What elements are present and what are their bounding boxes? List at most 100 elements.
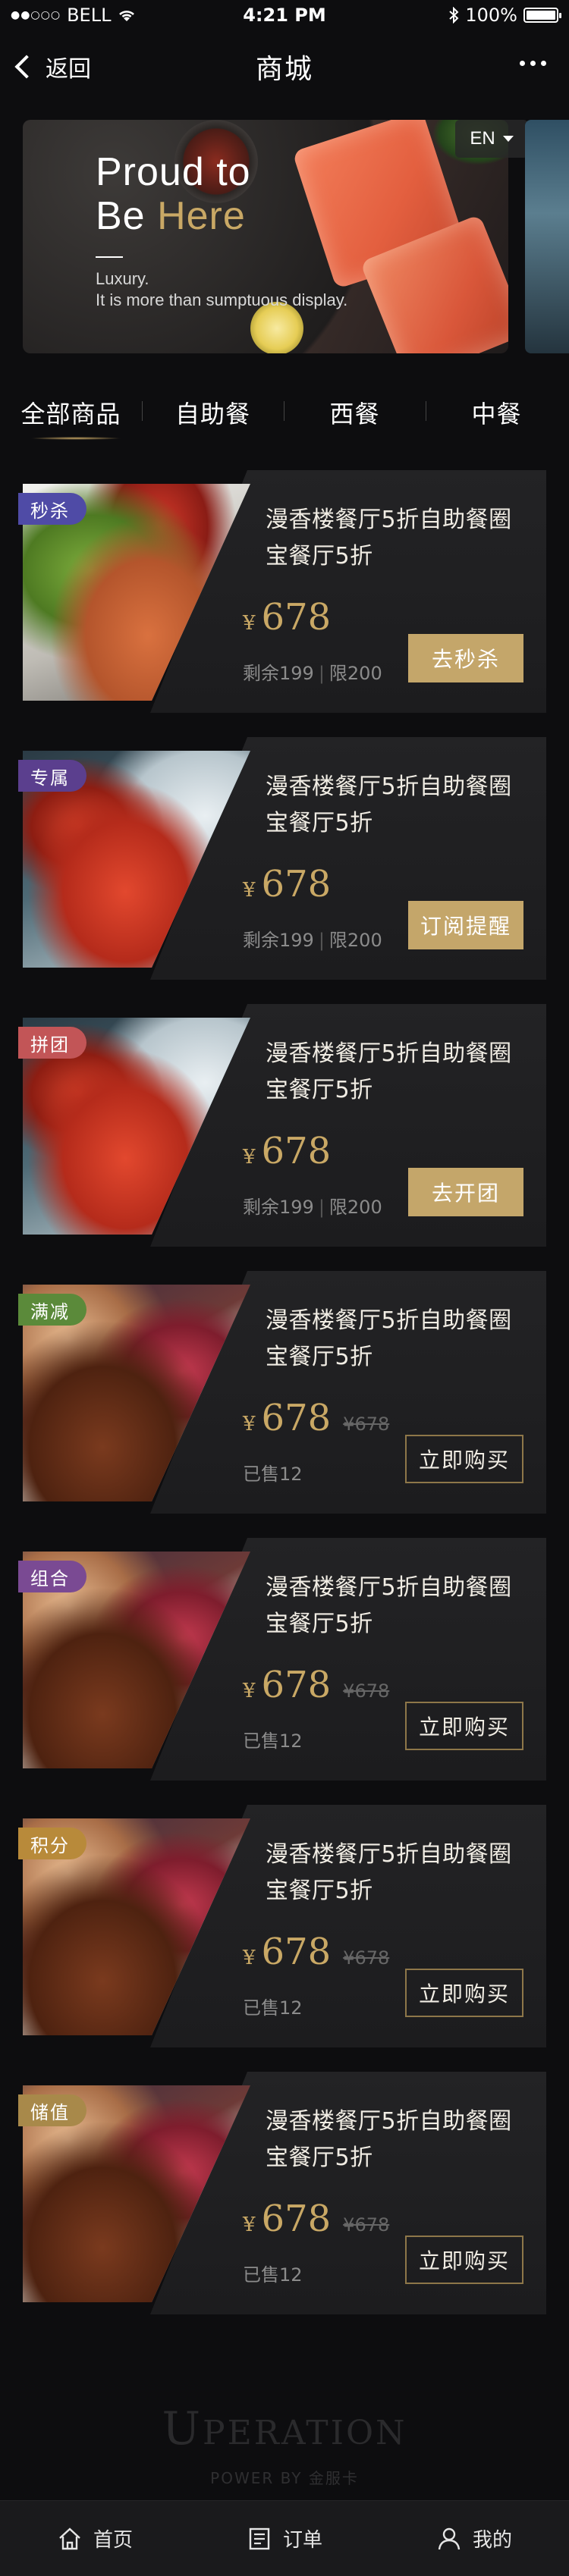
currency-symbol: ¥ xyxy=(243,2214,256,2236)
currency-symbol: ¥ xyxy=(243,1680,256,1702)
tab-buffet[interactable]: 自助餐 xyxy=(142,395,284,430)
more-icon[interactable] xyxy=(520,61,546,66)
product-action-button[interactable]: 立即购买 xyxy=(404,1969,523,2017)
product-title: 漫香楼餐厅5折自助餐圈宝餐厅5折 xyxy=(266,507,512,569)
status-left: ●●○○○ BELL xyxy=(11,5,137,26)
stock-info: 已售12 xyxy=(243,1726,303,1752)
tab-western[interactable]: 西餐 xyxy=(284,395,426,430)
stock-separator: | xyxy=(318,663,325,684)
stock-left: 剩余199 xyxy=(243,930,314,951)
battery-icon xyxy=(523,8,561,23)
stock-info: 已售12 xyxy=(243,2260,303,2286)
product-card[interactable]: 拼团 漫香楼餐厅5折自助餐圈宝餐厅5折 ¥ 678 剩余199 | 限200 去开团 xyxy=(18,1004,546,1247)
stock-separator: | xyxy=(318,930,325,951)
stock-left: 剩余199 xyxy=(243,663,314,684)
product-action-button[interactable]: 订阅提醒 xyxy=(407,901,523,949)
battery-label: 100% xyxy=(465,5,517,26)
price-value: 678 xyxy=(261,2198,332,2240)
back-button[interactable]: 返回 xyxy=(14,50,91,83)
product-action-button[interactable]: 立即购买 xyxy=(404,1435,523,1483)
promo-banner[interactable]: Proud to Be Here Luxury. It is more than… xyxy=(23,120,508,353)
tab-all[interactable]: 全部商品 xyxy=(0,395,142,430)
powered-by: POWER BY 金服卡 xyxy=(210,2469,359,2487)
currency-symbol: ¥ xyxy=(243,1146,256,1169)
promo-badge: 专属 xyxy=(18,760,86,792)
order-icon xyxy=(249,2527,270,2549)
stock-limit: 限200 xyxy=(329,1197,382,1218)
currency-symbol: ¥ xyxy=(243,612,256,635)
currency-symbol: ¥ xyxy=(243,1947,256,1969)
status-right: 100% xyxy=(448,5,561,26)
promo-badge: 拼团 xyxy=(18,1027,86,1059)
language-label: EN xyxy=(470,128,495,149)
original-price: ¥678 xyxy=(343,1414,390,1435)
product-action-button[interactable]: 立即购买 xyxy=(404,1702,523,1750)
bluetooth-icon xyxy=(449,7,459,24)
stock-left: 已售12 xyxy=(243,2264,303,2286)
price-value: 678 xyxy=(261,863,332,905)
product-card[interactable]: 满减 漫香楼餐厅5折自助餐圈宝餐厅5折 ¥ 678 ¥678 已售12 立即购买 xyxy=(18,1271,546,1514)
currency-symbol: ¥ xyxy=(243,879,256,902)
carrier-label: BELL xyxy=(67,5,112,26)
active-tab-indicator xyxy=(30,437,121,440)
price-value: 678 xyxy=(261,596,332,639)
signal-icon: ●●○○○ xyxy=(11,9,61,21)
stock-limit: 限200 xyxy=(329,663,382,684)
product-price: ¥ 678 ¥678 xyxy=(243,1931,389,1973)
tab-chinese[interactable]: 中餐 xyxy=(426,395,567,430)
banner-divider xyxy=(96,256,123,258)
product-card[interactable]: 积分 漫香楼餐厅5折自助餐圈宝餐厅5折 ¥ 678 ¥678 已售12 立即购买 xyxy=(18,1805,546,2047)
tabbar-order-label: 订单 xyxy=(282,2529,322,2552)
product-card[interactable]: 组合 漫香楼餐厅5折自助餐圈宝餐厅5折 ¥ 678 ¥678 已售12 立即购买 xyxy=(18,1538,546,1781)
product-action-button[interactable]: 去开团 xyxy=(408,1168,523,1216)
stock-info: 已售12 xyxy=(243,1993,303,2019)
product-card[interactable]: 秒杀 漫香楼餐厅5折自助餐圈宝餐厅5折 ¥ 678 剩余199 | 限200 去秒杀 xyxy=(18,470,546,713)
promo-badge: 积分 xyxy=(18,1828,86,1859)
promo-badge: 储值 xyxy=(18,2094,86,2126)
promo-badge: 组合 xyxy=(18,1561,86,1592)
original-price: ¥678 xyxy=(343,2214,390,2236)
language-toggle[interactable]: EN xyxy=(455,120,528,158)
promo-badge: 满减 xyxy=(18,1294,86,1326)
currency-symbol: ¥ xyxy=(243,1413,256,1435)
product-price: ¥ 678 ¥678 xyxy=(243,1664,389,1706)
tabbar-home[interactable]: 首页 xyxy=(57,2524,133,2552)
product-price: ¥ 678 ¥678 xyxy=(243,2198,389,2240)
page-title: 商城 xyxy=(255,54,313,85)
home-icon xyxy=(59,2527,80,2549)
product-price: ¥ 678 xyxy=(243,1130,331,1172)
chevron-left-icon xyxy=(14,55,39,79)
promo-badge: 秒杀 xyxy=(18,493,86,525)
stock-limit: 限200 xyxy=(329,930,382,951)
tabbar-profile[interactable]: 我的 xyxy=(436,2524,512,2552)
product-action-button[interactable]: 立即购买 xyxy=(404,2236,523,2284)
product-action-button[interactable]: 去秒杀 xyxy=(408,634,523,682)
tabbar-order[interactable]: 订单 xyxy=(247,2524,322,2552)
wifi-icon xyxy=(119,11,135,21)
product-price: ¥ 678 xyxy=(243,596,331,639)
product-card[interactable]: 储值 漫香楼餐厅5折自助餐圈宝餐厅5折 ¥ 678 ¥678 已售12 立即购买 xyxy=(18,2072,546,2314)
stock-left: 已售12 xyxy=(243,1464,303,1485)
price-value: 678 xyxy=(261,1664,332,1706)
stock-info: 剩余199 | 限200 xyxy=(243,1192,382,1219)
category-tabs: 全部商品 自助餐 西餐 中餐 xyxy=(0,384,569,441)
product-card[interactable]: 专属 漫香楼餐厅5折自助餐圈宝餐厅5折 ¥ 678 剩余199 | 限200 订阅提… xyxy=(18,737,546,980)
bottom-tab-bar: 首页 订单 我的 xyxy=(0,2500,569,2576)
caret-down-icon xyxy=(502,136,514,142)
product-title: 漫香楼餐厅5折自助餐圈宝餐厅5折 xyxy=(266,1040,512,1103)
price-value: 678 xyxy=(261,1397,332,1439)
product-title: 漫香楼餐厅5折自助餐圈宝餐厅5折 xyxy=(266,1574,512,1637)
banner-title-accent: Here xyxy=(157,194,246,238)
price-value: 678 xyxy=(261,1931,332,1973)
product-price: ¥ 678 ¥678 xyxy=(243,1397,389,1439)
product-title: 漫香楼餐厅5折自助餐圈宝餐厅5折 xyxy=(266,1841,512,1904)
banner-subtitle: Luxury. It is more than sumptuous displa… xyxy=(96,269,348,309)
original-price: ¥678 xyxy=(343,1680,390,1702)
tabbar-profile-label: 我的 xyxy=(472,2529,512,2552)
tabbar-home-label: 首页 xyxy=(93,2529,133,2552)
stock-info: 剩余199 | 限200 xyxy=(243,658,382,685)
profile-icon xyxy=(438,2527,461,2549)
stock-info: 已售12 xyxy=(243,1459,303,1486)
product-title: 漫香楼餐厅5折自助餐圈宝餐厅5折 xyxy=(266,773,512,836)
next-banner-peek[interactable] xyxy=(525,120,569,353)
